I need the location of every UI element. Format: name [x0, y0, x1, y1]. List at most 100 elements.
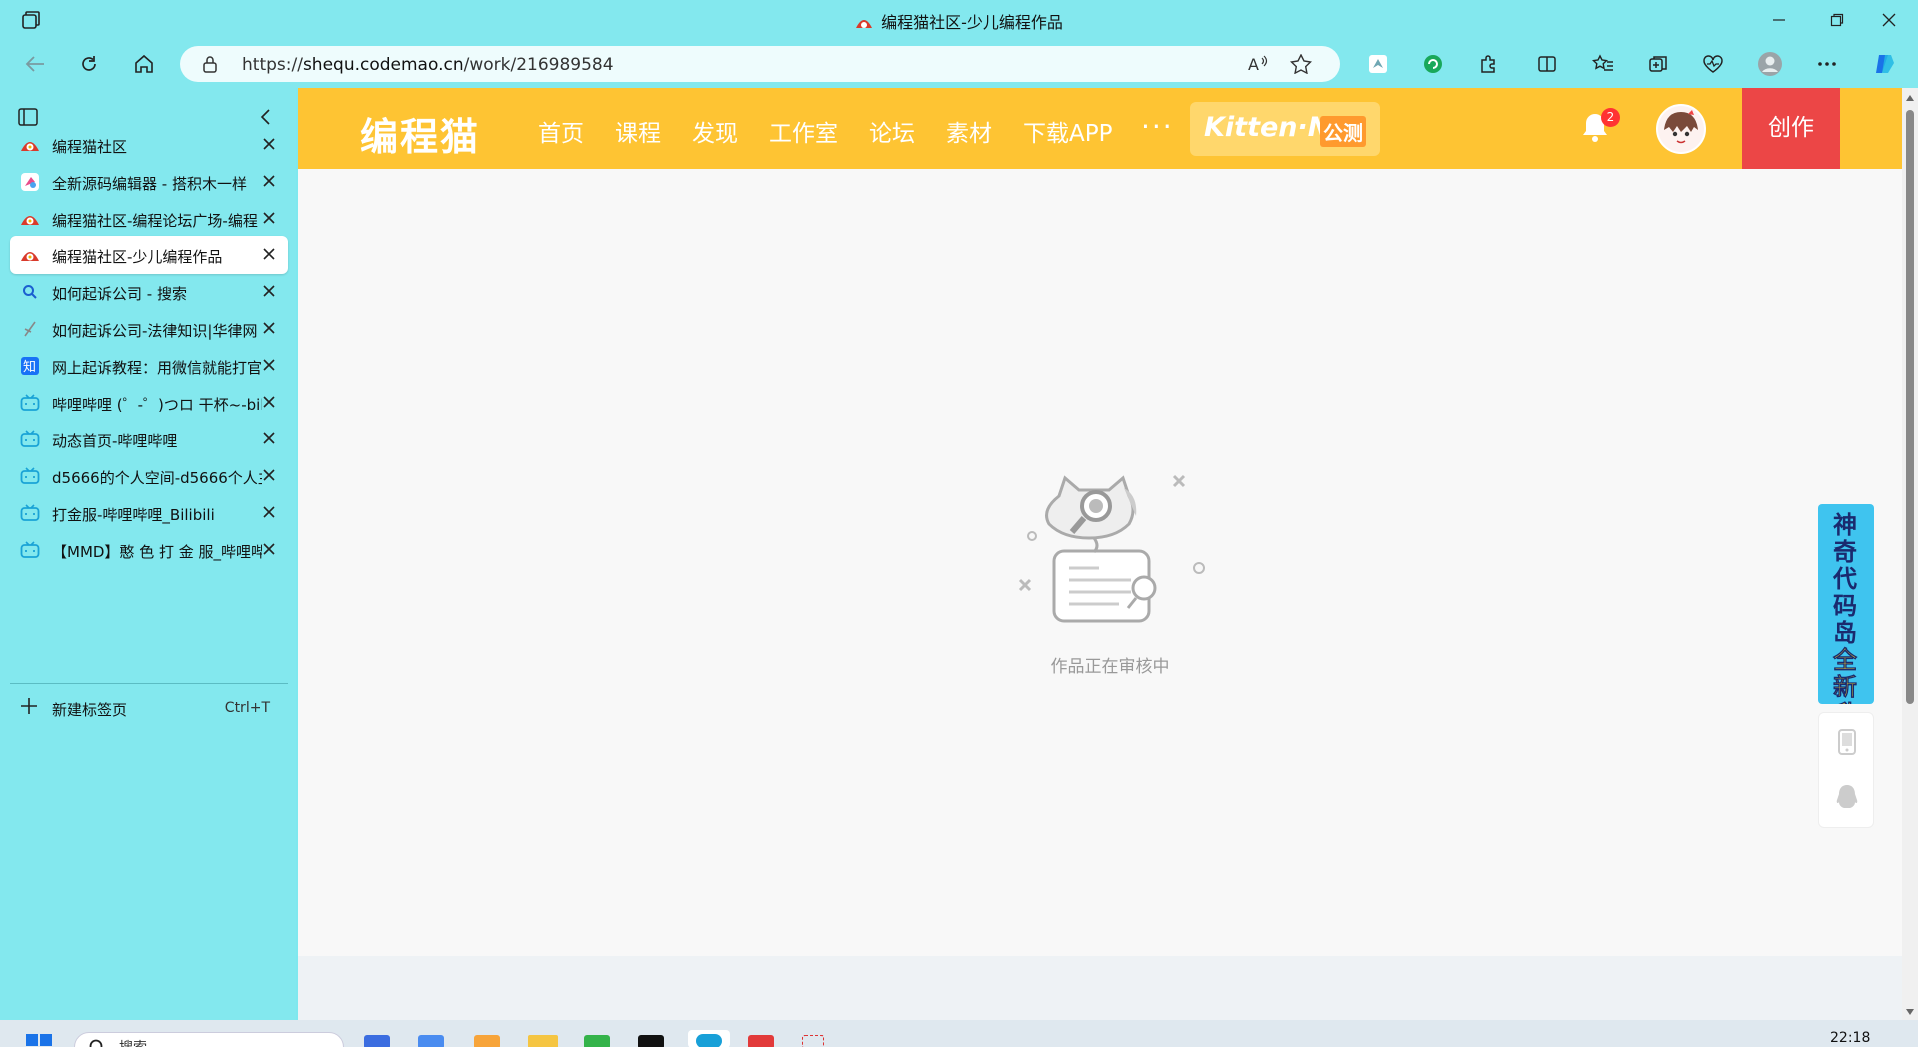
home-button[interactable] — [129, 50, 159, 78]
nav-download-app[interactable]: 下载APP — [1023, 114, 1112, 148]
page-scrollbar[interactable] — [1902, 88, 1918, 1020]
taskbar-file-explorer-icon[interactable] — [528, 1034, 558, 1047]
close-tab-icon[interactable] — [260, 172, 278, 190]
new-tab-button[interactable]: 新建标签页 Ctrl+T — [10, 688, 288, 726]
taskbar-search[interactable]: 搜索 — [74, 1032, 344, 1047]
extension-bird-icon[interactable] — [1363, 50, 1393, 78]
browser-essentials-icon[interactable] — [1698, 50, 1728, 78]
taskbar-app-dots-icon[interactable] — [801, 1034, 825, 1047]
windows-start-icon[interactable] — [26, 1034, 52, 1047]
copilot-icon[interactable] — [1870, 50, 1900, 78]
split-screen-icon[interactable] — [1532, 50, 1562, 78]
qq-icon[interactable] — [1835, 783, 1859, 815]
close-tab-icon[interactable] — [260, 245, 278, 263]
tab-label: 如何起诉公司 - 搜索 — [52, 285, 187, 304]
taskbar-app-green-icon[interactable] — [584, 1034, 610, 1047]
taskbar-app-copilot-icon[interactable] — [364, 1034, 390, 1047]
new-tab-label: 新建标签页 — [52, 701, 128, 719]
settings-more-icon[interactable] — [1812, 50, 1842, 78]
close-tab-icon[interactable] — [260, 319, 278, 337]
browser-toolbar: https://shequ.codemao.cn/work/216989584 … — [0, 40, 1918, 88]
address-bar[interactable]: https://shequ.codemao.cn/work/216989584 … — [180, 46, 1340, 82]
close-tab-icon[interactable] — [260, 429, 278, 447]
taskbar-search-label: 搜索 — [119, 1037, 147, 1047]
close-window-button[interactable] — [1860, 0, 1918, 40]
url-path: /work/216989584 — [463, 55, 614, 75]
favorite-star-icon[interactable] — [1289, 53, 1313, 78]
create-button[interactable]: 创作 — [1742, 88, 1840, 169]
close-tab-icon[interactable] — [260, 503, 278, 521]
window-title-text: 编程猫社区-少儿编程作品 — [881, 13, 1063, 32]
taskbar-clock[interactable]: 22:18 — [1830, 1030, 1870, 1046]
promo-text: 神奇代码岛全新升级 — [1830, 511, 1860, 705]
close-tab-icon[interactable] — [260, 209, 278, 227]
codemao-icon — [20, 210, 40, 228]
close-tab-icon[interactable] — [260, 282, 278, 300]
tab-item[interactable]: 打金服-哔哩哔哩_Bilibili — [10, 494, 288, 532]
close-tab-icon[interactable] — [260, 393, 278, 411]
tab-item[interactable]: 动态首页-哔哩哔哩 — [10, 420, 288, 458]
nav-studio[interactable]: 工作室 — [769, 114, 838, 148]
lock-icon[interactable] — [202, 55, 218, 77]
tab-label: 【MMD】憨 色 打 金 服_哔哩哔哩 — [52, 542, 262, 561]
promo-text-b: 全新升级 — [1833, 646, 1858, 704]
url-text[interactable]: https://shequ.codemao.cn/work/216989584 — [242, 55, 614, 75]
extension-green-icon[interactable] — [1418, 50, 1448, 78]
tab-item[interactable]: 哔哩哔哩 (゜-゜)つロ 干杯~-bilibili — [10, 384, 288, 422]
search-icon — [89, 1039, 103, 1047]
tab-item[interactable]: 编程猫社区-编程论坛广场-编程 — [10, 200, 288, 238]
mobile-app-icon[interactable] — [1837, 729, 1857, 759]
taskbar-app-widget-icon[interactable] — [418, 1034, 444, 1047]
nav-home[interactable]: 首页 — [538, 114, 584, 148]
tab-item[interactable]: d5666的个人空间-d5666个人主页 — [10, 457, 288, 495]
scrollbar-thumb[interactable] — [1906, 110, 1914, 704]
tab-label: 哔哩哔哩 (゜-゜)つロ 干杯~-bilibili — [52, 395, 262, 414]
bilibili-icon — [20, 394, 40, 412]
nav-forum[interactable]: 论坛 — [869, 114, 915, 148]
nav-more-button[interactable]: ··· — [1141, 110, 1174, 143]
nav-discover[interactable]: 发现 — [692, 114, 738, 148]
scroll-up-icon[interactable] — [1906, 94, 1914, 102]
close-tab-icon[interactable] — [260, 466, 278, 484]
restore-button[interactable] — [1808, 0, 1866, 40]
zhihu-icon: 知 — [20, 356, 40, 375]
tab-item[interactable]: 编程猫社区-少儿编程作品 — [10, 236, 288, 275]
kitten-n-badge: 公测 — [1320, 116, 1366, 147]
scroll-down-icon[interactable] — [1906, 1008, 1914, 1016]
tab-label: 动态首页-哔哩哔哩 — [52, 432, 178, 451]
page-footer — [298, 956, 1902, 1020]
profile-avatar-icon[interactable] — [1755, 50, 1785, 78]
site-header: 编程猫 首页 课程 发现 工作室 论坛 素材 下载APP ··· Kitten·… — [298, 88, 1902, 169]
favorites-icon[interactable] — [1588, 50, 1618, 78]
read-aloud-icon[interactable]: A — [1248, 54, 1270, 78]
user-avatar[interactable] — [1656, 104, 1706, 154]
close-tab-icon[interactable] — [260, 540, 278, 558]
collections-icon[interactable] — [1643, 50, 1673, 78]
kitten-n-banner[interactable]: Kitten·N 公测 — [1190, 102, 1380, 156]
minimize-button[interactable] — [1750, 0, 1808, 40]
under-review-text: 作品正在审核中 — [1050, 657, 1170, 677]
back-button[interactable] — [20, 50, 50, 78]
tab-item[interactable]: 编程猫社区 — [10, 126, 288, 164]
close-tab-icon[interactable] — [260, 135, 278, 153]
nav-courses[interactable]: 课程 — [615, 114, 661, 148]
lawyer-site-icon — [20, 320, 40, 338]
taskbar-app-paint-icon[interactable] — [474, 1034, 500, 1047]
tab-item[interactable]: 【MMD】憨 色 打 金 服_哔哩哔哩 — [10, 531, 288, 569]
extensions-puzzle-icon[interactable] — [1473, 50, 1503, 78]
nav-assets[interactable]: 素材 — [946, 114, 992, 148]
promo-text-a: 神奇代码岛 — [1833, 511, 1857, 647]
tab-item[interactable]: 如何起诉公司-法律知识|华律网 — [10, 310, 288, 348]
taskbar-app-red-icon[interactable] — [748, 1034, 774, 1047]
taskbar-tiktok-icon[interactable] — [638, 1034, 664, 1047]
code-island-promo-banner[interactable]: 神奇代码岛全新升级 — [1818, 504, 1874, 704]
site-logo[interactable]: 编程猫 — [360, 106, 480, 161]
tab-item[interactable]: 知网上起诉教程：用微信就能打官司 — [10, 347, 288, 385]
refresh-button[interactable] — [74, 50, 104, 78]
sidebar-divider — [10, 683, 288, 684]
tab-item[interactable]: 全新源码编辑器 - 搭积木一样 — [10, 163, 288, 201]
close-tab-icon[interactable] — [260, 356, 278, 374]
svg-text:A: A — [1248, 55, 1259, 74]
taskbar-edge-active[interactable] — [688, 1030, 730, 1047]
tab-item[interactable]: 如何起诉公司 - 搜索 — [10, 273, 288, 311]
